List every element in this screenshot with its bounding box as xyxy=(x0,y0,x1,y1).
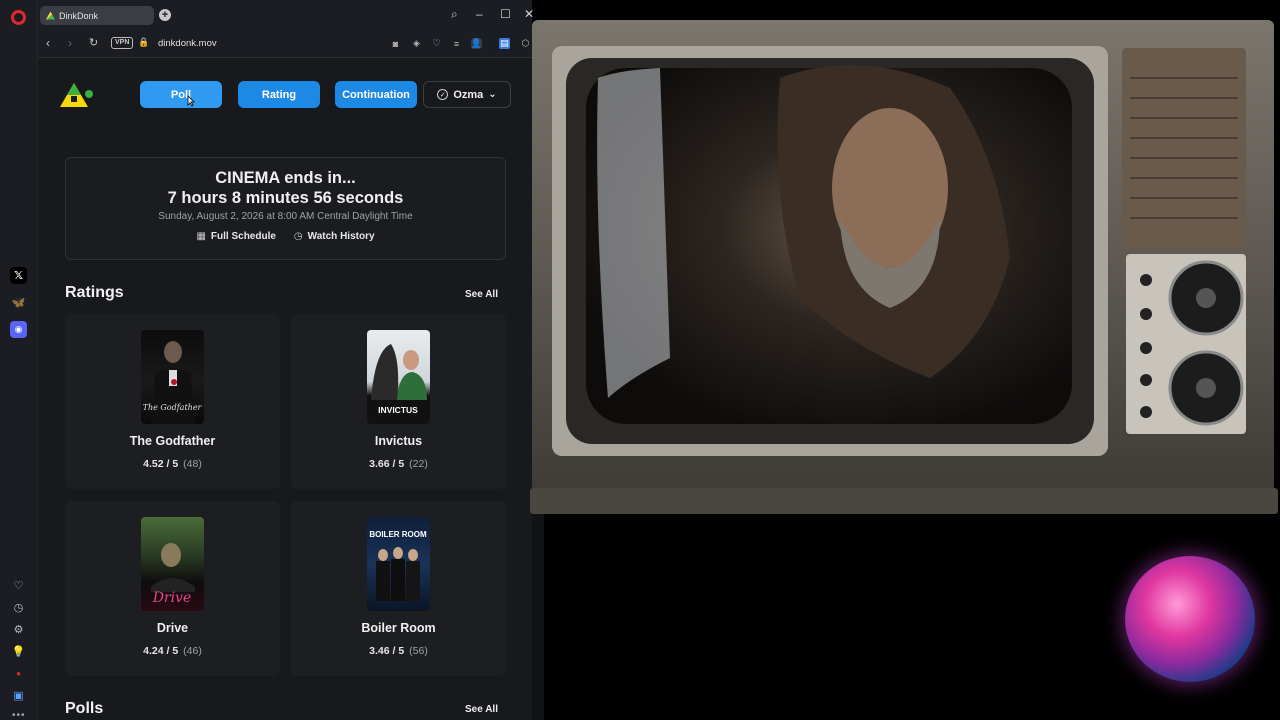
score-value: 3.66 / 5 xyxy=(369,458,405,470)
vote-count: (48) xyxy=(183,458,202,470)
rating-card[interactable]: INVICTUS Invictus 3.66 / 5 (22) xyxy=(291,314,506,489)
movie-title: Boiler Room xyxy=(361,621,436,635)
chevron-down-icon: ⌄ xyxy=(488,89,497,100)
screen: 𝕏 🦋 ◉ ♡ ◷ ⚙ 💡 ● ▣ ••• DinkDonk + ⌕ – ☐ ✕… xyxy=(0,0,1280,720)
poster-text: INVICTUS xyxy=(378,405,418,415)
tab-title: DinkDonk xyxy=(59,10,99,21)
calendar-icon: ▦ xyxy=(196,231,206,242)
movie-poster: INVICTUS xyxy=(367,330,430,424)
countdown-timer: 7 hours 8 minutes 56 seconds xyxy=(167,189,404,207)
translate-icon[interactable]: ▣ xyxy=(10,687,27,704)
vote-count: (22) xyxy=(409,458,428,470)
more-icon[interactable]: ••• xyxy=(12,710,26,720)
forward-arrow-icon[interactable]: › xyxy=(68,36,72,50)
browser-sidebar: 𝕏 🦋 ◉ ♡ ◷ ⚙ 💡 ● ▣ ••• xyxy=(0,0,38,720)
history-icon: ◷ xyxy=(293,231,303,242)
movie-poster: BOILER ROOM xyxy=(367,517,430,611)
profile-icon[interactable]: 👤 xyxy=(471,38,482,49)
back-arrow-icon[interactable]: ‹ xyxy=(46,36,50,50)
bluesky-icon[interactable]: 🦋 xyxy=(10,294,27,311)
movie-score: 3.66 / 5 (22) xyxy=(291,458,506,470)
browser-tab[interactable]: DinkDonk xyxy=(40,6,154,25)
menu-icon[interactable]: ≡ xyxy=(451,38,462,49)
ratings-see-all-link[interactable]: See All xyxy=(465,289,498,300)
score-value: 4.24 / 5 xyxy=(143,645,179,657)
full-schedule-label: Full Schedule xyxy=(210,231,276,242)
mouse-cursor-icon xyxy=(187,95,195,107)
heart-icon[interactable]: ♡ xyxy=(10,577,27,594)
score-value: 3.46 / 5 xyxy=(369,645,405,657)
cinema-countdown-panel: CINEMA ends in... 7 hours 8 minutes 56 s… xyxy=(65,157,506,260)
cinema-datetime: Sunday, August 2, 2026 at 8:00 AM Centra… xyxy=(158,211,413,222)
address-bar: ‹ › ↻ VPN 🔒 dinkdonk.mov ◙ ◈ ♡ ≡ 👤 ▤ ⬡ xyxy=(38,30,532,58)
user-name: Ozma xyxy=(453,88,484,101)
polls-see-all-link[interactable]: See All xyxy=(465,704,498,715)
rating-card[interactable]: Drive Drive 4.24 / 5 (46) xyxy=(65,501,280,676)
vote-count: (56) xyxy=(409,645,428,657)
ratings-heading: Ratings xyxy=(65,284,124,301)
movie-score: 4.24 / 5 (46) xyxy=(65,645,280,657)
movie-score: 4.52 / 5 (48) xyxy=(65,458,280,470)
heart-bookmark-icon[interactable]: ♡ xyxy=(431,38,442,49)
polls-heading: Polls xyxy=(65,700,104,717)
watch-history-label: Watch History xyxy=(307,231,375,242)
discord-icon[interactable]: ◉ xyxy=(10,321,27,338)
movie-title: Drive xyxy=(156,621,189,635)
site-favicon-icon xyxy=(46,11,55,20)
camera-icon[interactable]: ◙ xyxy=(390,38,401,49)
svg-text:The Godfather: The Godfather xyxy=(143,403,203,412)
rating-card[interactable]: The Godfather The Godfather 4.52 / 5 (48) xyxy=(65,314,280,489)
x-twitter-icon[interactable]: 𝕏 xyxy=(10,267,27,284)
reload-icon[interactable]: ↻ xyxy=(89,36,98,49)
ublock-icon[interactable]: ● xyxy=(10,665,27,682)
page-content: Poll Rating Continuation ✓ Ozma ⌄ CINEMA… xyxy=(38,58,532,720)
vpn-badge[interactable]: VPN xyxy=(111,37,134,49)
lock-icon[interactable]: 🔒 xyxy=(138,37,149,48)
rating-button[interactable]: Rating xyxy=(238,81,320,108)
movie-poster: Drive xyxy=(141,517,204,611)
url-field[interactable]: dinkdonk.mov xyxy=(158,38,217,49)
shield-icon[interactable]: ◈ xyxy=(411,38,422,49)
poster-text: BOILER ROOM xyxy=(369,530,427,539)
movie-poster: The Godfather xyxy=(141,330,204,424)
movie-title: The Godfather xyxy=(129,434,216,448)
site-logo[interactable] xyxy=(58,80,98,110)
history-icon[interactable]: ◷ xyxy=(10,599,27,616)
glowing-brain-orb-icon xyxy=(1125,556,1255,682)
continuation-button[interactable]: Continuation xyxy=(335,81,417,108)
new-tab-plus-icon[interactable]: + xyxy=(159,9,171,21)
extension-icon[interactable]: ▤ xyxy=(499,38,510,49)
settings-gear-icon[interactable]: ⚙ xyxy=(10,621,27,638)
lightbulb-icon[interactable]: 💡 xyxy=(10,643,27,660)
movie-score: 3.46 / 5 (56) xyxy=(291,645,506,657)
user-menu-dropdown[interactable]: ✓ Ozma ⌄ xyxy=(423,81,511,108)
cinema-heading: CINEMA ends in... xyxy=(215,169,356,187)
full-schedule-link[interactable]: ▦ Full Schedule xyxy=(196,231,275,242)
movie-title: Invictus xyxy=(374,434,423,448)
poster-text: Drive xyxy=(152,590,192,606)
poll-button[interactable]: Poll xyxy=(140,81,222,108)
tab-bar: DinkDonk + ⌕ – ☐ ✕ xyxy=(38,0,534,30)
rating-card[interactable]: BOILER ROOM Boiler Room 3.46 / 5 (56) xyxy=(291,501,506,676)
vintage-tv-image xyxy=(530,20,1278,514)
score-value: 4.52 / 5 xyxy=(143,458,179,470)
minimize-icon[interactable]: – xyxy=(476,7,483,21)
opera-logo-icon[interactable] xyxy=(11,10,26,25)
vote-count: (46) xyxy=(183,645,202,657)
watch-history-link[interactable]: ◷ Watch History xyxy=(294,231,375,242)
check-circle-icon: ✓ xyxy=(437,89,449,100)
search-icon[interactable]: ⌕ xyxy=(451,7,458,22)
maximize-icon[interactable]: ☐ xyxy=(500,7,511,21)
